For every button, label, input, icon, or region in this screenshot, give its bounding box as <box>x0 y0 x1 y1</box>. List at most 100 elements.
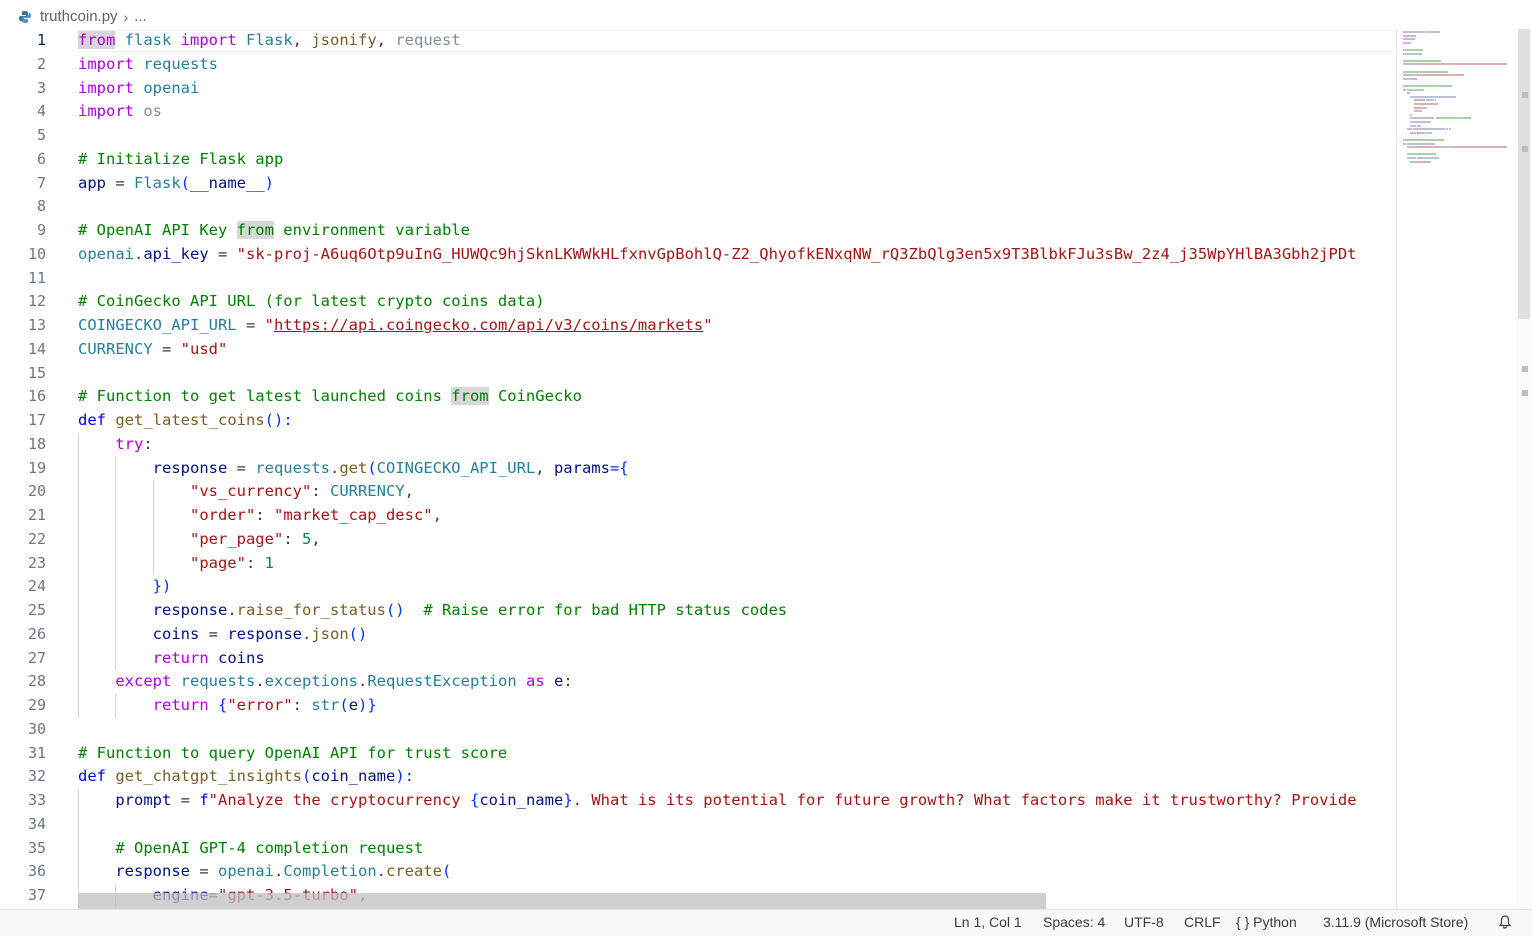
code-line[interactable]: # OpenAI API Key from environment variab… <box>78 219 1395 243</box>
scroll-marker <box>1522 366 1528 372</box>
minimap-line <box>1403 139 1445 141</box>
minimap-line <box>1425 142 1434 145</box>
code-editor[interactable]: from flask import Flask, jsonify, reques… <box>78 29 1395 909</box>
line-number: 26 <box>27 624 46 643</box>
indent-guide <box>78 812 79 837</box>
minimap-line <box>1442 85 1452 87</box>
bell-icon[interactable] <box>1497 914 1513 930</box>
python-interpreter[interactable]: 3.11.9 (Microsoft Store) <box>1323 914 1468 930</box>
code-token: . <box>227 601 237 619</box>
code-line[interactable] <box>78 195 1395 219</box>
code-line[interactable]: "vs_currency": CURRENCY, <box>78 480 1395 504</box>
minimap-line <box>1406 142 1425 145</box>
code-line[interactable]: CURRENCY = "usd" <box>78 338 1395 362</box>
code-token: e <box>554 672 564 691</box>
code-line[interactable]: response.raise_for_status() # Raise erro… <box>78 599 1395 623</box>
code-line[interactable]: # Function to query OpenAI API for trust… <box>78 742 1395 766</box>
code-line[interactable]: coins = response.json() <box>78 622 1395 647</box>
code-line[interactable] <box>78 124 1395 148</box>
code-line[interactable]: from flask import Flask, jsonify, reques… <box>78 29 1395 53</box>
code-line[interactable] <box>78 267 1395 291</box>
code-token: "market_cap_desc" <box>273 506 433 524</box>
code-token: return <box>152 648 209 667</box>
code-token: . <box>358 672 368 691</box>
minimap-line <box>1436 117 1472 120</box>
code-line[interactable]: import requests <box>78 53 1395 77</box>
code-line[interactable]: return coins <box>78 646 1395 671</box>
breadcrumb-symbols[interactable]: ... <box>134 8 147 25</box>
code-line[interactable]: import openai <box>78 77 1395 101</box>
breadcrumb-file[interactable]: truthcoin.py <box>40 8 118 25</box>
minimap-line <box>1421 103 1438 105</box>
code-token: import <box>78 54 134 73</box>
line-number: 8 <box>36 197 46 216</box>
line-number: 3 <box>36 78 46 97</box>
code-token: from <box>236 221 274 239</box>
code-line[interactable]: def get_latest_coins(): <box>78 409 1395 433</box>
code-line[interactable]: openai.api_key = "sk-proj-A6uq6Otp9uInG_… <box>78 243 1395 267</box>
code-token: = <box>199 624 228 643</box>
code-line[interactable] <box>78 718 1395 742</box>
code-token: https://api.coingecko.com/api/v3/coins/m… <box>273 316 704 334</box>
minimap-line <box>1408 38 1415 41</box>
code-line[interactable]: "page": 1 <box>78 551 1395 576</box>
minimap-line <box>1437 103 1439 105</box>
scrollbar-thumb[interactable] <box>1518 29 1530 319</box>
eol-setting[interactable]: CRLF <box>1184 914 1221 930</box>
code-token: { <box>469 791 480 809</box>
language-mode[interactable]: { } Python <box>1236 914 1297 930</box>
code-token: flask <box>115 31 181 49</box>
code-token: ( <box>180 173 191 192</box>
code-line[interactable]: response = requests.get(COINGECKO_API_UR… <box>78 456 1395 481</box>
minimap-line <box>1430 128 1446 131</box>
code-line[interactable]: COINGECKO_API_URL = "https://api.coingec… <box>78 314 1395 338</box>
minimap-line <box>1449 128 1451 131</box>
code-token: ) <box>264 173 275 192</box>
code-line[interactable]: app = Flask(__name__) <box>78 172 1395 196</box>
code-line[interactable]: try: <box>78 432 1395 457</box>
line-number: 10 <box>27 244 46 263</box>
code-line[interactable]: def get_chatgpt_insights(coin_name): <box>78 765 1395 789</box>
minimap-line <box>1433 142 1436 145</box>
indentation-setting[interactable]: Spaces: 4 <box>1043 914 1105 930</box>
code-line[interactable]: except requests.exceptions.RequestExcept… <box>78 670 1395 694</box>
line-number: 14 <box>27 339 46 358</box>
code-token: coin_name <box>479 791 564 809</box>
code-line[interactable]: # Function to get latest launched coins … <box>78 385 1395 409</box>
line-number: 31 <box>27 743 46 762</box>
code-token: "error" <box>227 696 293 714</box>
minimap-line <box>1421 74 1464 77</box>
code-line[interactable]: # OpenAI GPT-4 completion request <box>78 836 1395 861</box>
code-line[interactable]: }) <box>78 575 1395 599</box>
indent-guide <box>78 670 79 694</box>
line-number: 34 <box>27 814 46 833</box>
code-line[interactable]: response = openai.Completion.create( <box>78 860 1395 884</box>
code-line[interactable]: "order": "market_cap_desc", <box>78 504 1395 528</box>
line-number: 2 <box>36 54 46 73</box>
code-token: ( <box>367 458 377 477</box>
code-line[interactable]: # Initialize Flask app <box>78 148 1395 172</box>
line-number-gutter: 1 2 3 4 5 6 7 8 9 10 11 12 13 14 15 16 17 18 19 20 21 22 23 24 2… <box>0 29 60 908</box>
minimap-line <box>1403 59 1419 62</box>
minimap-line <box>1403 74 1419 77</box>
code-token: " <box>703 316 713 334</box>
code-token: 1 <box>264 553 274 572</box>
code-line[interactable]: import os <box>78 100 1395 124</box>
encoding-setting[interactable]: UTF-8 <box>1124 914 1164 930</box>
code-token: () <box>385 601 405 619</box>
code-line[interactable] <box>78 362 1395 386</box>
code-line[interactable]: "per_page": 5, <box>78 527 1395 552</box>
code-line[interactable]: prompt = f"Analyze the cryptocurrency {c… <box>78 789 1395 813</box>
code-token: os <box>134 102 162 121</box>
code-token: )} <box>358 696 377 714</box>
code-line[interactable]: return {"error": str(e)} <box>78 694 1395 718</box>
code-line[interactable]: # CoinGecko API URL (for latest crypto c… <box>78 290 1395 314</box>
minimap-line <box>1403 142 1406 145</box>
code-line[interactable] <box>78 812 1395 837</box>
cursor-position[interactable]: Ln 1, Col 1 <box>954 914 1022 930</box>
code-token: json <box>311 624 349 643</box>
minimap-line <box>1413 106 1423 109</box>
minimap[interactable] <box>1396 29 1517 909</box>
